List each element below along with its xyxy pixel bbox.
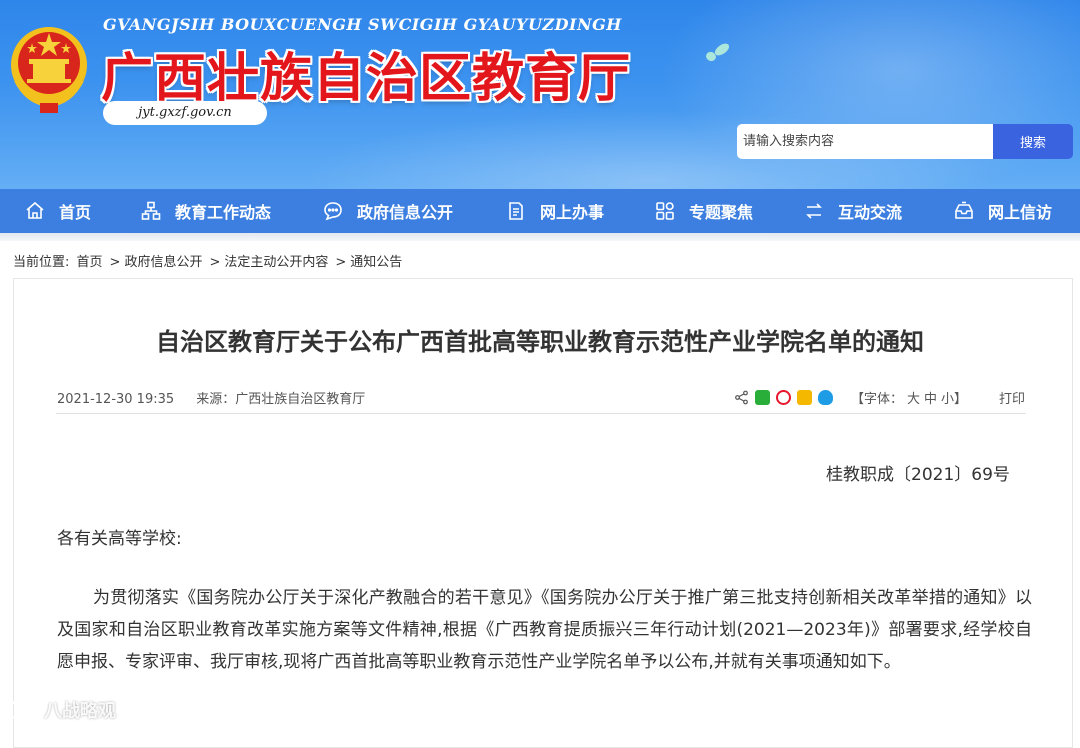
exchange-icon: [806, 203, 822, 219]
nav-item-interaction[interactable]: 互动交流: [804, 189, 902, 233]
nav-item-label: 网上办事: [540, 203, 605, 222]
national-emblem-icon: [11, 27, 87, 113]
site-header: GVANGJSIH BOUXCUENGH SWCIGIH GYAUYUZDING…: [0, 0, 1080, 189]
nav-item-gov-info[interactable]: 政府信息公开: [323, 189, 453, 233]
weibo-icon[interactable]: [776, 389, 791, 405]
font-size-large[interactable]: 大: [907, 392, 920, 407]
breadcrumb-item-statutory[interactable]: 法定主动公开内容: [224, 255, 328, 270]
pinyin-site-name: GVANGJSIH BOUXCUENGH SWCIGIH GYAUYUZDING…: [103, 15, 622, 34]
nav-item-label: 互动交流: [838, 203, 903, 222]
nav-item-label: 专题聚焦: [689, 203, 754, 222]
breadcrumb-separator: >: [109, 255, 121, 270]
nav-item-label: 网上信访: [988, 203, 1053, 222]
breadcrumb-separator: >: [209, 255, 221, 270]
article-paragraph: 为贯彻落实《国务院办公厅关于深化产教融合的若干意见》《国务院办公厅关于推广第三批…: [57, 588, 1032, 672]
watermark-text: 八战略观: [44, 701, 116, 722]
font-size-control: 【字体：大中小】: [851, 388, 967, 407]
salutation: 各有关高等学校:: [57, 529, 182, 549]
publish-date: 2021-12-30 19:35: [57, 392, 175, 407]
wechat-icon[interactable]: [755, 389, 770, 405]
grid-icon: [656, 202, 674, 220]
article-title: 自治区教育厅关于公布广西首批高等职业教育示范性产业学院名单的通知: [156, 328, 924, 356]
search-input[interactable]: [737, 124, 994, 159]
font-size-label: 【字体：: [851, 392, 904, 407]
breadcrumb-item-home[interactable]: 首页: [77, 255, 103, 270]
main-nav: 首页 教育工作动态 政府信息公开 网上办事 专题聚焦 互动交流 网上信访: [0, 189, 1080, 233]
article-meta: 2021-12-30 19:35 来源：广西壮族自治区教育厅: [57, 388, 365, 407]
logo-icon: [8, 700, 36, 720]
qzone-icon[interactable]: [797, 389, 812, 405]
document-icon: [509, 202, 523, 220]
nav-item-label: 首页: [59, 203, 92, 222]
article-source: 来源：广西壮族自治区教育厅: [196, 392, 366, 407]
breadcrumb-prefix: 当前位置:: [13, 255, 70, 270]
home-icon: [26, 201, 44, 219]
site-url[interactable]: jyt.gxzf.gov.cn: [103, 101, 267, 125]
breadcrumb: 当前位置: 首页 > 政府信息公开 > 法定主动公开内容 > 通知公告: [13, 251, 405, 270]
breadcrumb-item-notices[interactable]: 通知公告: [350, 255, 402, 270]
chat-icon: [324, 202, 342, 221]
inbox-icon: [955, 201, 973, 219]
nav-item-online-service[interactable]: 网上办事: [506, 189, 604, 233]
share-bar: [734, 388, 839, 406]
breadcrumb-separator: >: [335, 255, 347, 270]
divider: [56, 413, 1026, 414]
share-icon[interactable]: [734, 390, 749, 405]
nav-item-label: 教育工作动态: [175, 203, 272, 222]
nav-item-online-petition[interactable]: 网上信访: [954, 189, 1052, 233]
nav-item-education-news[interactable]: 教育工作动态: [141, 189, 271, 233]
print-link[interactable]: 打印: [999, 388, 1025, 407]
nav-item-label: 政府信息公开: [357, 203, 454, 222]
nav-item-special-focus[interactable]: 专题聚焦: [655, 189, 753, 233]
document-number: 桂教职成〔2021〕69号: [826, 465, 1010, 485]
watermark: 八战略观: [8, 697, 116, 723]
nav-item-home[interactable]: 首页: [25, 189, 91, 233]
breadcrumb-item-gov-info[interactable]: 政府信息公开: [124, 255, 202, 270]
search-button[interactable]: 搜索: [993, 124, 1073, 159]
network-icon: [141, 201, 161, 220]
font-size-small[interactable]: 小】: [941, 392, 967, 407]
site-title[interactable]: 广西壮族自治区教育厅: [101, 36, 631, 111]
qq-icon[interactable]: [818, 389, 833, 405]
font-size-medium[interactable]: 中: [924, 392, 937, 407]
